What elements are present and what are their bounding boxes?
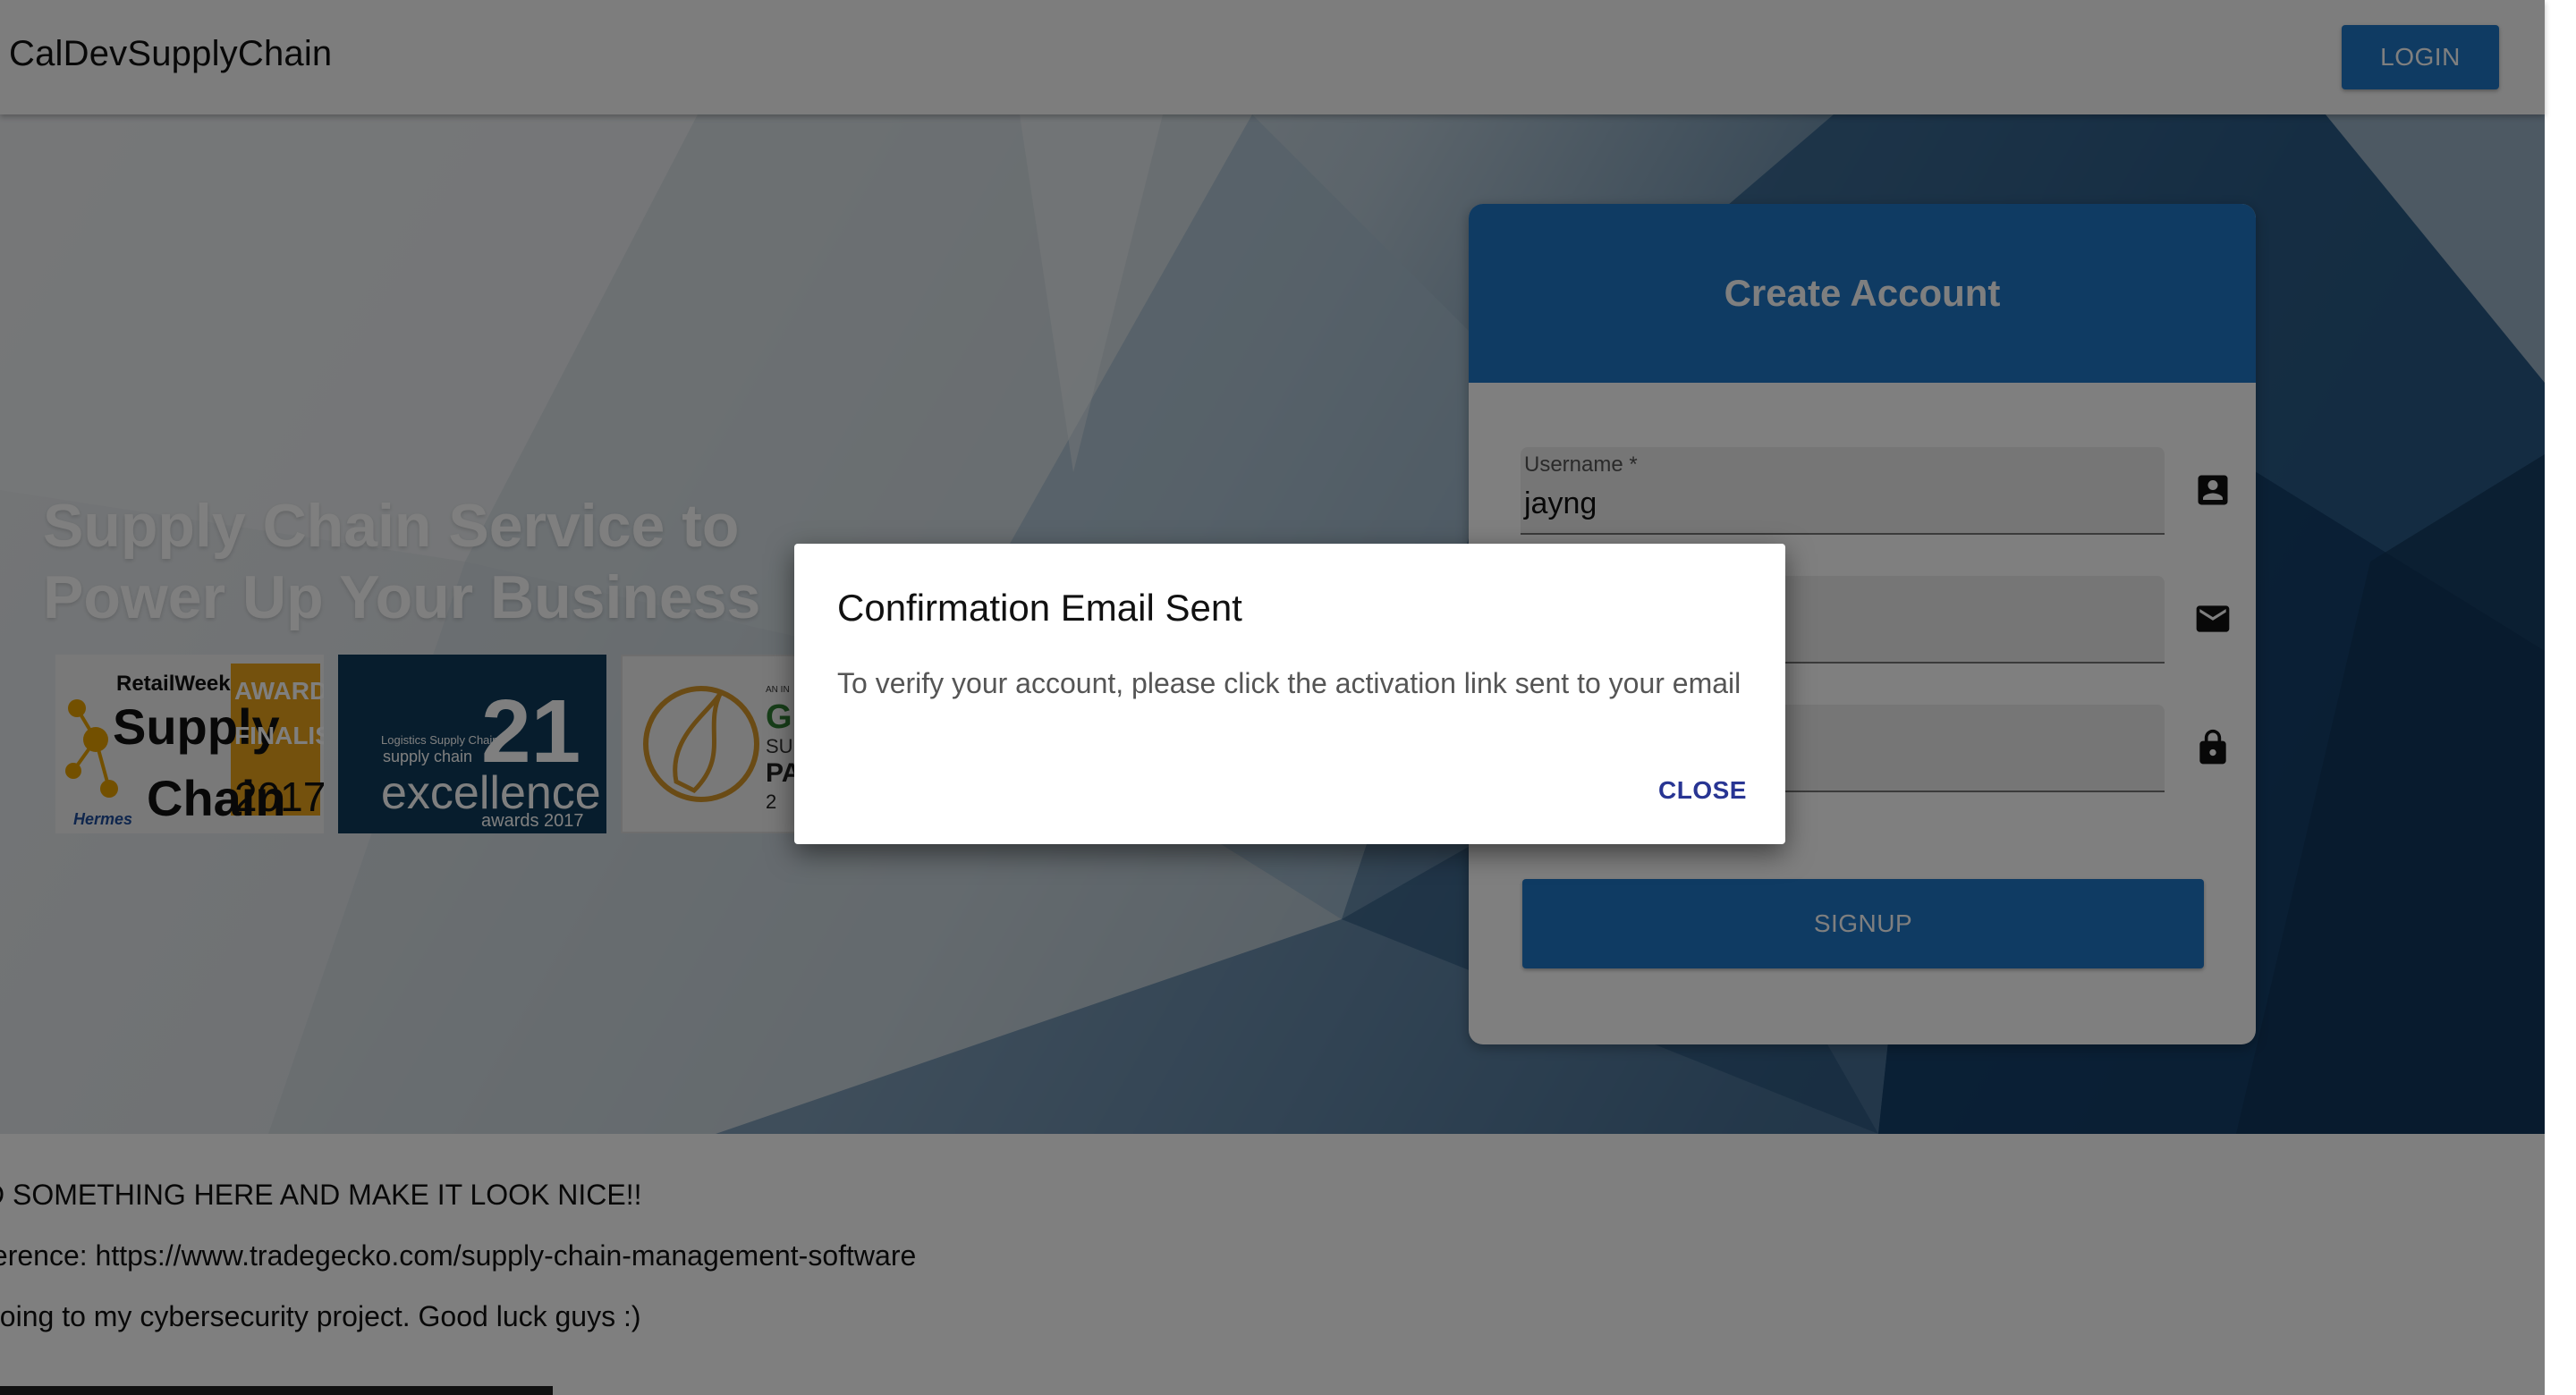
close-button[interactable]: CLOSE — [1658, 776, 1747, 805]
bottom-strip — [0, 1386, 553, 1395]
window-right-edge — [2545, 0, 2576, 1395]
dialog-title: Confirmation Email Sent — [837, 587, 1242, 629]
dialog-message: To verify your account, please click the… — [837, 667, 1741, 699]
confirmation-dialog: Confirmation Email Sent To verify your a… — [794, 544, 1785, 844]
